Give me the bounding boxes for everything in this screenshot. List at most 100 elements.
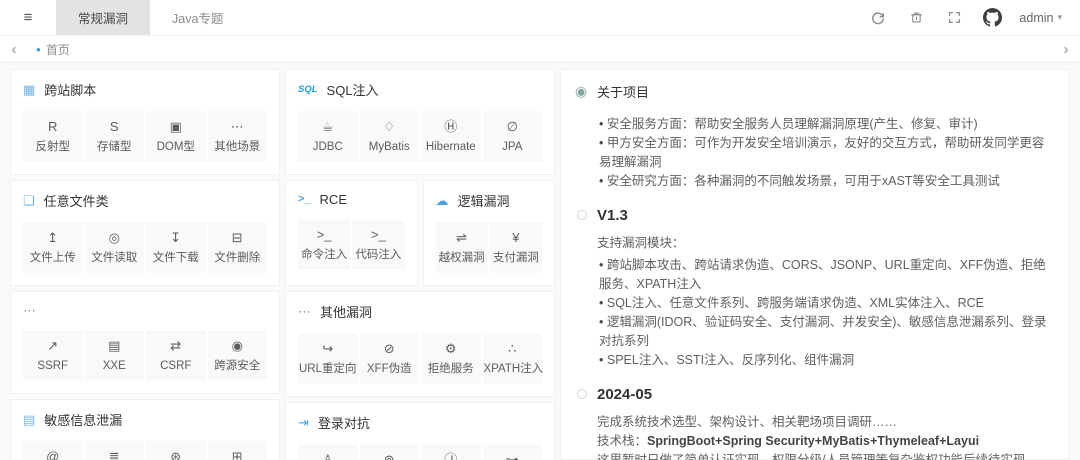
tile-url-redirect[interactable]: ↪ URL重定向	[298, 333, 358, 384]
archive-icon: ⊞	[231, 449, 243, 460]
letter-icon: S	[109, 119, 119, 134]
tile-xss-reflected[interactable]: R 反射型	[23, 111, 83, 162]
update-line: 完成系统技术选型、架构设计、相关靶场项目调研……	[597, 415, 898, 429]
update-2024-05-section: 2024-05 完成系统技术选型、架构设计、相关靶场项目调研…… 技术栈：Spr…	[575, 386, 1055, 460]
dot-icon: ●	[36, 44, 41, 54]
username: admin	[1019, 10, 1054, 25]
card-logic-tiles: ⇌ 越权漏洞 ¥ 支付漏洞	[435, 222, 542, 273]
tab-scroll-left-icon[interactable]: ‹	[0, 41, 28, 58]
swap-arrows-icon: ⇌	[456, 230, 468, 245]
tab-common-vulns[interactable]: 常规漏洞	[56, 0, 151, 35]
tab-java-topics[interactable]: Java专题	[150, 0, 245, 35]
tech-stack-label: 技术栈：	[597, 434, 648, 448]
tile-login-bypass[interactable]: ⊚ 登录绕过	[359, 444, 419, 460]
tile-hibernate[interactable]: Ⓗ Hibernate	[421, 111, 481, 162]
github-icon[interactable]	[973, 8, 1011, 27]
refresh-icon[interactable]	[859, 11, 897, 25]
card-sql-tiles: ☕ JDBC ♢ MyBatis Ⓗ Hibernate ∅ JPA	[298, 111, 542, 162]
external-link-icon: ↗	[47, 338, 59, 353]
tile-csrf[interactable]: ⇄ CSRF	[146, 330, 206, 381]
column-middle: SQL SQL注入 ☕ JDBC ♢ MyBatis Ⓗ Hibernate ∅	[285, 69, 555, 460]
card-title: 敏感信息泄漏	[44, 413, 123, 428]
column-right: ◉ 关于项目 安全服务方面：帮助安全服务人员理解漏洞原理(产生、修复、审计) 甲…	[560, 69, 1070, 460]
card-sql-injection: SQL SQL注入 ☕ JDBC ♢ MyBatis Ⓗ Hibernate ∅	[285, 69, 555, 175]
tile-jpa[interactable]: ∅ JPA	[482, 111, 542, 162]
v13-intro: 支持漏洞模块：	[597, 236, 685, 250]
hamburger-menu-icon[interactable]: ≡	[0, 0, 56, 35]
tile-xxe[interactable]: ▤ XXE	[84, 330, 144, 381]
tile-payment-vuln[interactable]: ¥ 支付漏洞	[489, 222, 542, 273]
ellipsis-icon: ⋯	[23, 302, 36, 318]
tile-file-delete[interactable]: ⊟ 文件删除	[207, 222, 267, 273]
about-bullets: 安全服务方面：帮助安全服务人员理解漏洞原理(产生、修复、审计) 甲方安全方面：可…	[597, 115, 1055, 191]
tile-js-reverse[interactable]: Ⓙ JS逆向	[421, 444, 481, 460]
update-title: 2024-05	[597, 386, 653, 403]
tile-cross-origin[interactable]: ◉ 跨源安全	[207, 330, 267, 381]
tile-xpath-injection[interactable]: ∴ XPATH注入	[482, 333, 543, 384]
fullscreen-icon[interactable]	[935, 11, 973, 24]
tile-credential-security[interactable]: ⊶ 凭证安全	[482, 444, 542, 460]
clear-cache-icon[interactable]	[897, 11, 935, 24]
tile-test-page[interactable]: ⊛ 测试页面	[146, 441, 206, 460]
card-title: 逻辑漏洞	[457, 194, 510, 209]
breadcrumb-home-label: 首页	[45, 42, 70, 57]
card-other-vulns: ⋯ 其他漏洞 ↪ URL重定向 ⊘ XFF伪造 ⚙ 拒绝服务 ∴ XPATH注入	[285, 291, 555, 397]
tile-xff-forge[interactable]: ⊘ XFF伪造	[359, 333, 419, 384]
card-info-leak: ▤ 敏感信息泄漏 @ JS泄漏 ≣ 目录遍历 ⊛ 测试页面 ⊞ 备份文	[10, 399, 280, 460]
user-menu[interactable]: admin ▾	[1019, 11, 1062, 25]
circled-dot-icon: ⊚	[383, 452, 395, 460]
tile-account-security[interactable]: ♙ 账号安全	[298, 444, 358, 460]
card-title: 登录对抗	[317, 416, 370, 431]
card-file-ops-header: ❏ 任意文件类	[23, 191, 267, 210]
breadcrumb-home[interactable]: ● 首页	[36, 41, 70, 58]
pin-icon: ◉	[231, 338, 243, 353]
card-misc-request: ⋯ ↗ SSRF ▤ XXE ⇄ CSRF ◉ 跨源安全	[10, 291, 280, 394]
about-icon: ◉	[575, 83, 588, 99]
top-navbar: ≡ 常规漏洞 Java专题 admin ▾	[0, 0, 1080, 36]
card-login-defense: ⇥ 登录对抗 ♙ 账号安全 ⊚ 登录绕过 Ⓙ JS逆向 ⊶ 凭证安全	[285, 402, 555, 460]
tile-code-injection[interactable]: >_ 代码注入	[352, 219, 405, 270]
tile-idor[interactable]: ⇌ 越权漏洞	[435, 222, 488, 273]
bird-icon: ♢	[383, 119, 396, 134]
sql-icon: SQL	[298, 83, 318, 95]
main-content: ▦ 跨站脚本 R 反射型 S 存储型 ▣ DOM型 ⋯ 其他场景 ❏ 任意文件类…	[0, 63, 1080, 460]
web-grid-icon: ▦	[23, 82, 36, 97]
tab-bar: 常规漏洞 Java专题	[56, 0, 245, 35]
tile-mybatis[interactable]: ♢ MyBatis	[359, 111, 419, 162]
tile-dos[interactable]: ⚙ 拒绝服务	[421, 333, 481, 384]
cloud-icon: ☁	[435, 193, 449, 208]
tile-jdbc[interactable]: ☕ JDBC	[298, 111, 358, 162]
tab-scroll-right-icon[interactable]: ›	[1052, 41, 1080, 58]
tile-ssrf[interactable]: ↗ SSRF	[23, 330, 83, 381]
tech-stack-value: SpringBoot+Spring Security+MyBatis+Thyme…	[647, 434, 980, 448]
circled-j-icon: Ⓙ	[444, 452, 458, 460]
tile-xss-other[interactable]: ⋯ 其他场景	[207, 111, 267, 162]
card-title: RCE	[319, 191, 347, 207]
person-icon: ♙	[321, 452, 334, 460]
tile-xss-dom[interactable]: ▣ DOM型	[146, 111, 206, 162]
tile-file-upload[interactable]: ↥ 文件上传	[23, 222, 83, 273]
gear-icon: ⚙	[444, 341, 457, 356]
tile-dir-traversal[interactable]: ≣ 目录遍历	[84, 441, 144, 460]
file-icon: ❏	[23, 193, 35, 208]
coffee-icon: ☕	[321, 119, 334, 134]
tile-xss-stored[interactable]: S 存储型	[84, 111, 144, 162]
upload-icon: ↥	[47, 230, 59, 245]
document-icon: ▤	[108, 338, 121, 353]
tile-js-leak[interactable]: @ JS泄漏	[23, 441, 83, 460]
about-title: 关于项目	[597, 85, 650, 100]
card-rce-header: >_ RCE	[298, 191, 405, 207]
frame-icon: ▣	[169, 119, 182, 134]
tile-backup-file[interactable]: ⊞ 备份文件	[207, 441, 267, 460]
terminal-icon: >_	[316, 227, 332, 242]
tile-cmd-injection[interactable]: >_ 命令注入	[298, 219, 351, 270]
tile-file-read[interactable]: ◎ 文件读取	[84, 222, 144, 273]
card-logic-header: ☁ 逻辑漏洞	[436, 191, 543, 210]
tile-file-download[interactable]: ↧ 文件下载	[146, 222, 206, 273]
about-section: ◉ 关于项目 安全服务方面：帮助安全服务人员理解漏洞原理(产生、修复、审计) 甲…	[575, 82, 1055, 191]
card-file-ops-tiles: ↥ 文件上传 ◎ 文件读取 ↧ 文件下载 ⊟ 文件删除	[23, 222, 267, 273]
project-timeline-card: ◉ 关于项目 安全服务方面：帮助安全服务人员理解漏洞原理(产生、修复、审计) 甲…	[560, 69, 1070, 460]
swap-arrows-icon: ⇄	[170, 338, 182, 353]
navbar-actions: admin ▾	[859, 0, 1080, 35]
yen-icon: ¥	[512, 230, 520, 245]
